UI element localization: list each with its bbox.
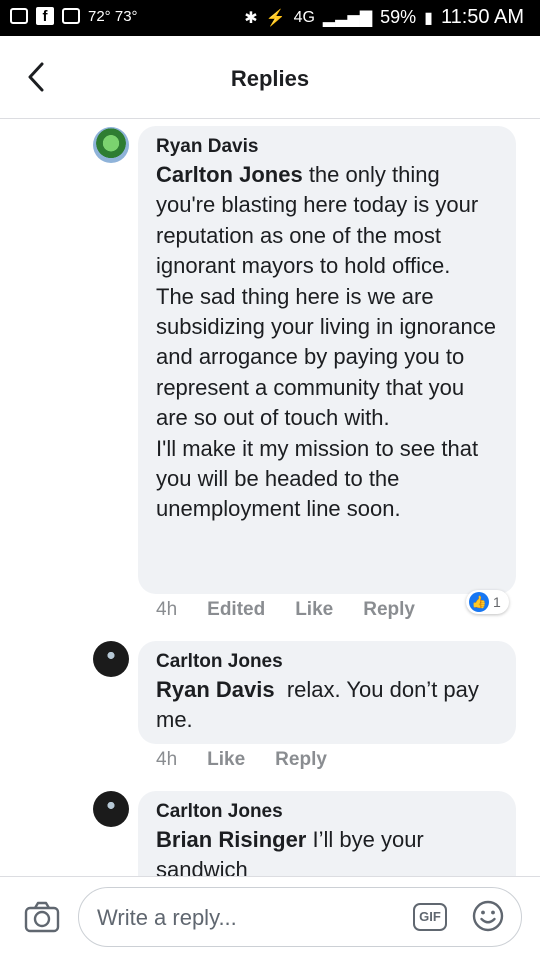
comment-age[interactable]: 4h <box>156 749 177 771</box>
mention-link[interactable]: Brian Risinger <box>156 827 306 852</box>
comment-actions: 4h Edited Like Reply <box>156 599 415 621</box>
page-title: Replies <box>230 66 310 91</box>
edited-label[interactable]: Edited <box>207 599 265 621</box>
reply-input[interactable] <box>95 900 399 936</box>
reaction-badge[interactable]: 👍 1 <box>466 590 509 614</box>
status-right: ✱ ⚡ 4G ▂▃▅▇ 59% ▮ 11:50 AM <box>244 6 524 29</box>
comment-bubble: Ryan Davis Carlton Jones the only thing … <box>138 126 516 594</box>
reply-input-container: GIF <box>78 887 522 947</box>
comment-author[interactable]: Carlton Jones <box>156 651 498 673</box>
comment-actions: 4h Like Reply <box>156 749 327 771</box>
temperature-text: 72° 73° <box>88 7 138 25</box>
network-type: 4G <box>293 8 315 26</box>
reply-bar: GIF <box>0 876 540 960</box>
comment-bubble: Carlton Jones Ryan Davis relax. You don’… <box>138 641 516 744</box>
comment-author[interactable]: Carlton Jones <box>156 801 498 823</box>
camera-icon[interactable] <box>24 900 60 934</box>
comment-age[interactable]: 4h <box>156 599 177 621</box>
avatar[interactable] <box>93 641 129 677</box>
bluetooth-icon: ✱ <box>244 9 258 27</box>
mention-link[interactable]: Carlton Jones <box>156 162 303 187</box>
comment-body: the only thing you're blasting here toda… <box>156 162 496 522</box>
avatar[interactable] <box>93 127 129 163</box>
messages-icon <box>10 8 28 24</box>
like-button[interactable]: Like <box>295 599 333 621</box>
status-left: f 72° 73° <box>10 7 138 25</box>
status-bar: f 72° 73° ✱ ⚡ 4G ▂▃▅▇ 59% ▮ 11:50 AM <box>0 0 540 36</box>
comment-text: Carlton Jones the only thing you're blas… <box>156 160 498 525</box>
gallery-icon <box>62 8 80 24</box>
emoji-icon[interactable] <box>471 899 505 933</box>
comment-author[interactable]: Ryan Davis <box>156 136 498 158</box>
reply-button[interactable]: Reply <box>363 599 415 621</box>
header: Replies <box>0 36 540 119</box>
clock: 11:50 AM <box>440 6 524 28</box>
facebook-icon: f <box>36 7 54 25</box>
avatar[interactable] <box>93 791 129 827</box>
nfc-icon: ⚡ <box>265 9 286 27</box>
comment-text: Ryan Davis relax. You don’t pay me. <box>156 675 498 736</box>
like-button[interactable]: Like <box>207 749 245 771</box>
battery-percent: 59% <box>380 7 417 27</box>
battery-icon: ▮ <box>424 9 433 27</box>
signal-icon: ▂▃▅▇ <box>322 9 373 27</box>
thumbs-up-icon: 👍 <box>469 592 489 612</box>
screen: f 72° 73° ✱ ⚡ 4G ▂▃▅▇ 59% ▮ 11:50 AM Rep… <box>0 0 540 960</box>
gif-button[interactable]: GIF <box>413 903 447 931</box>
reaction-count: 1 <box>493 594 501 610</box>
reply-button[interactable]: Reply <box>275 749 327 771</box>
mention-link[interactable]: Ryan Davis <box>156 677 275 702</box>
